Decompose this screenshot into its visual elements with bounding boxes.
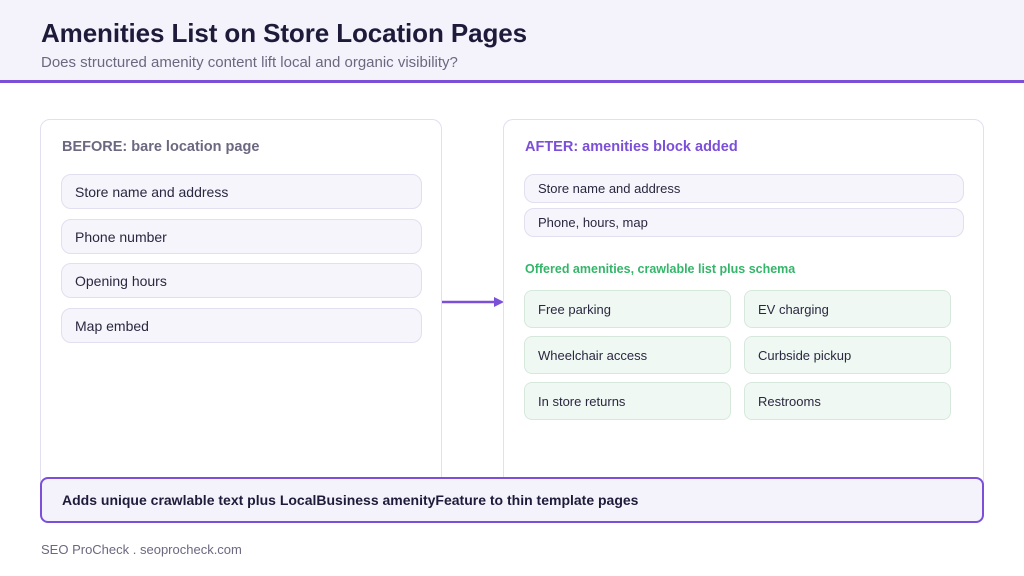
footer-credit: SEO ProCheck . seoprocheck.com (41, 542, 242, 557)
before-item-store: Store name and address (61, 174, 422, 209)
amenities-title: Offered amenities, crawlable list plus s… (525, 262, 796, 276)
before-panel-title: BEFORE: bare location page (62, 139, 260, 155)
amenity-item: Free parking (524, 290, 731, 328)
before-item-hours: Opening hours (61, 263, 422, 298)
after-item-store: Store name and address (524, 174, 964, 203)
amenity-item: Curbside pickup (744, 336, 951, 374)
before-item-phone: Phone number (61, 219, 422, 254)
amenity-item: EV charging (744, 290, 951, 328)
after-panel-title: AFTER: amenities block added (525, 139, 738, 155)
page-title: Amenities List on Store Location Pages (41, 18, 527, 48)
summary-callout: Adds unique crawlable text plus LocalBus… (40, 477, 984, 523)
after-panel: AFTER: amenities block added Store name … (503, 119, 984, 499)
amenity-item: In store returns (524, 382, 731, 420)
before-item-map: Map embed (61, 308, 422, 343)
before-panel: BEFORE: bare location page Store name an… (40, 119, 442, 499)
amenity-item: Wheelchair access (524, 336, 731, 374)
page-subtitle: Does structured amenity content lift loc… (41, 54, 458, 71)
arrow-icon (442, 297, 504, 307)
header: Amenities List on Store Location Pages D… (0, 0, 1024, 83)
after-item-contact: Phone, hours, map (524, 208, 964, 237)
amenity-item: Restrooms (744, 382, 951, 420)
